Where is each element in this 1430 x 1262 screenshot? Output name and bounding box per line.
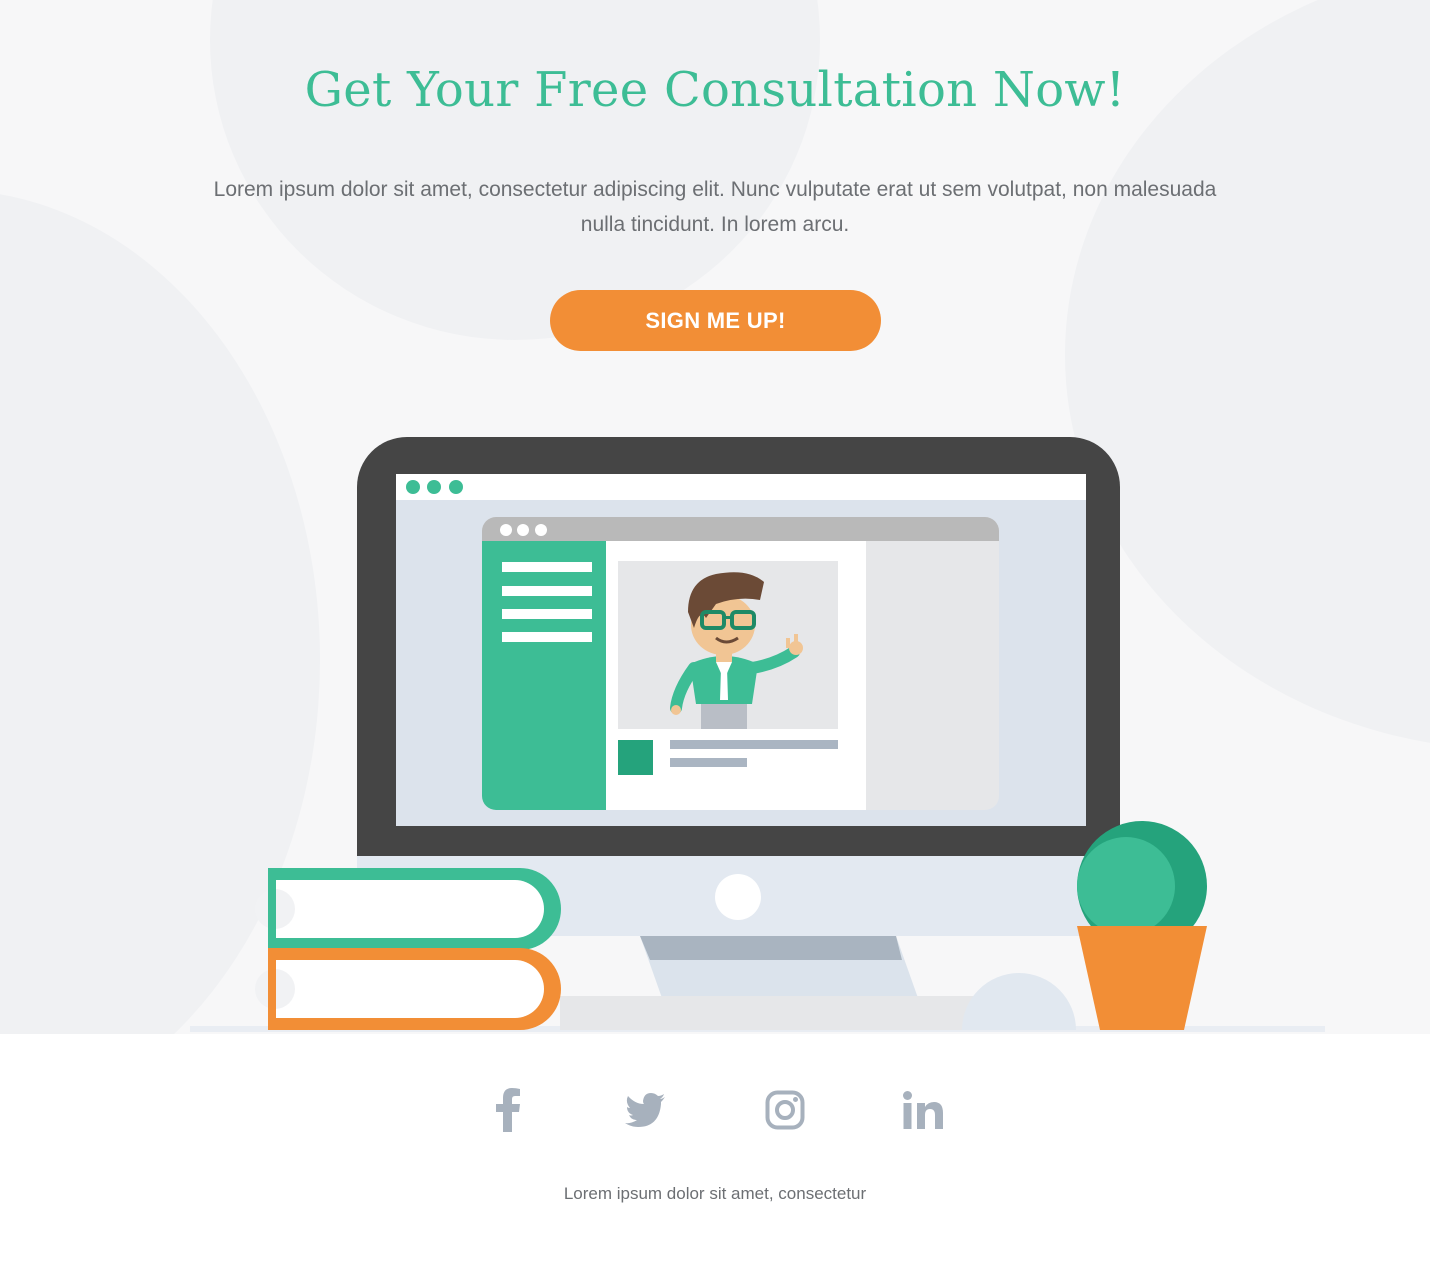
monitor-base <box>560 996 980 1030</box>
footer-text: Lorem ipsum dolor sit amet, consectetur <box>563 1184 867 1203</box>
hero-section: Get Your Free Consultation Now! Lorem ip… <box>0 0 1430 1034</box>
page-title: Get Your Free Consultation Now! <box>304 62 1126 118</box>
window-dot <box>427 480 441 494</box>
sidebar-line <box>502 632 592 642</box>
sign-up-button[interactable]: SIGN ME UP! <box>550 290 881 351</box>
sidebar-line <box>502 586 592 596</box>
screen-toolbar <box>396 474 1086 500</box>
content-line <box>670 758 747 767</box>
content-thumb <box>618 740 653 775</box>
facebook-icon <box>496 1088 520 1132</box>
twitter-link[interactable] <box>615 1082 675 1138</box>
window-dot <box>406 480 420 494</box>
background-bump <box>962 972 1076 1030</box>
window-dot <box>535 524 547 536</box>
window-dot <box>517 524 529 536</box>
content-line <box>670 740 838 749</box>
window-dot <box>449 480 463 494</box>
inner-window-titlebar <box>482 517 999 541</box>
monitor-stand-shadow <box>640 936 902 960</box>
monitor-logo <box>715 874 761 920</box>
linkedin-link[interactable] <box>893 1082 953 1138</box>
instagram-link[interactable] <box>755 1082 815 1138</box>
twitter-icon <box>625 1093 665 1127</box>
desk-illustration <box>190 437 1325 1032</box>
window-dot <box>500 524 512 536</box>
sidebar-line <box>502 609 592 619</box>
footer: Lorem ipsum dolor sit amet, consectetur <box>0 1034 1430 1262</box>
potted-plant <box>1077 821 1207 1030</box>
page-subtitle: Lorem ipsum dolor sit amet, consectetur … <box>213 178 1217 236</box>
sidebar-line <box>502 562 592 572</box>
facebook-link[interactable] <box>478 1082 538 1138</box>
inner-sidebar <box>482 541 606 810</box>
book-stack <box>255 868 561 1030</box>
linkedin-icon <box>903 1091 943 1129</box>
instagram-icon <box>765 1090 805 1130</box>
